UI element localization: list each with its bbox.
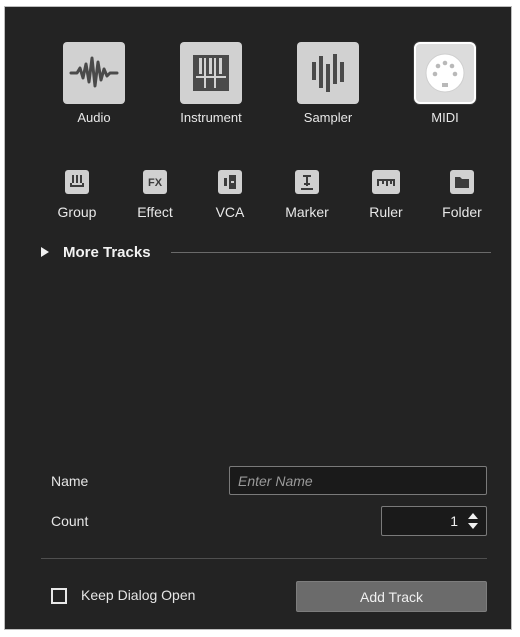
count-label: Count — [51, 513, 89, 529]
piano-keys-icon — [180, 42, 242, 104]
more-tracks-toggle[interactable]: More Tracks — [41, 242, 151, 262]
decrement-arrow-icon[interactable] — [468, 523, 478, 529]
track-type-ruler[interactable]: Ruler — [354, 170, 418, 220]
midi-connector-icon — [416, 44, 474, 102]
marker-icon[interactable] — [295, 170, 319, 194]
sampler-tile[interactable] — [297, 42, 359, 104]
instrument-tile[interactable] — [180, 42, 242, 104]
audio-waveform-icon — [63, 42, 125, 104]
track-type-label: Effect — [137, 204, 173, 220]
footer-divider — [41, 558, 487, 559]
group-icon[interactable] — [65, 170, 89, 194]
track-type-instrument[interactable]: Instrument — [156, 42, 266, 125]
folder-icon[interactable] — [450, 170, 474, 194]
track-type-effect[interactable]: FX Effect — [123, 170, 187, 220]
track-type-audio[interactable]: Audio — [39, 42, 149, 125]
keep-dialog-open-checkbox[interactable] — [51, 588, 67, 604]
stepper-arrows-icon[interactable] — [468, 513, 478, 529]
fx-icon[interactable]: FX — [143, 170, 167, 194]
more-tracks-label: More Tracks — [63, 243, 151, 261]
track-type-label: Instrument — [180, 110, 242, 125]
other-track-types: Group FX Effect VCA Marker Ruler Folder — [5, 170, 511, 230]
add-track-dialog: Audio Instrument Sampler MIDI Group FX E… — [4, 6, 512, 630]
track-type-label: Marker — [285, 204, 329, 220]
track-type-label: Group — [57, 204, 97, 220]
track-type-label: VCA — [215, 204, 245, 220]
sampler-bars-icon — [297, 42, 359, 104]
track-type-label: MIDI — [431, 110, 459, 125]
section-divider — [171, 252, 491, 253]
track-type-label: Folder — [442, 204, 482, 220]
name-input[interactable] — [229, 466, 487, 495]
track-type-vca[interactable]: VCA — [198, 170, 262, 220]
increment-arrow-icon[interactable] — [468, 513, 478, 519]
track-type-label: Sampler — [303, 110, 353, 125]
name-label: Name — [51, 473, 89, 489]
midi-tile[interactable] — [414, 42, 476, 104]
audio-tile[interactable] — [63, 42, 125, 104]
track-type-label: Ruler — [369, 204, 403, 220]
add-track-button[interactable]: Add Track — [296, 581, 487, 612]
count-stepper[interactable]: 1 — [381, 506, 487, 536]
track-type-label: Audio — [77, 110, 111, 125]
vca-fader-icon[interactable] — [218, 170, 242, 194]
svg-text:FX: FX — [148, 177, 163, 189]
track-type-marker[interactable]: Marker — [275, 170, 339, 220]
count-value[interactable]: 1 — [450, 513, 458, 529]
main-track-types: Audio Instrument Sampler MIDI — [5, 42, 511, 142]
expand-arrow-icon[interactable] — [41, 247, 49, 257]
keep-dialog-open-label[interactable]: Keep Dialog Open — [81, 587, 195, 603]
ruler-icon[interactable] — [372, 170, 400, 194]
track-type-group[interactable]: Group — [45, 170, 109, 220]
track-type-sampler[interactable]: Sampler — [273, 42, 383, 125]
track-type-midi[interactable]: MIDI — [390, 42, 500, 125]
track-type-folder[interactable]: Folder — [430, 170, 494, 220]
